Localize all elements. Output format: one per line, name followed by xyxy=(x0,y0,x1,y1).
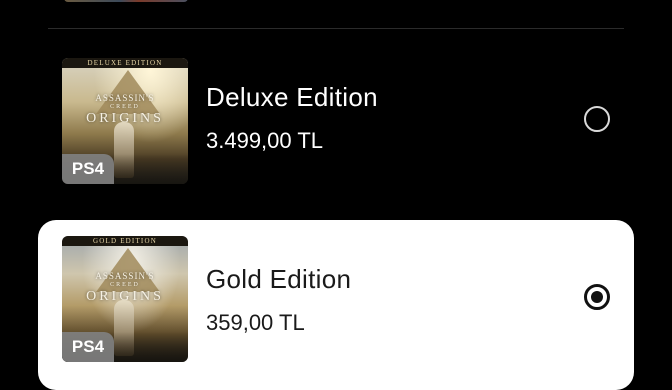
platform-badge: PS4 xyxy=(62,154,114,184)
cover-edition-band: GOLD EDITION xyxy=(62,236,188,246)
edition-option-deluxe[interactable]: DELUXE EDITION ASSASSIN'S CREED ORIGINS … xyxy=(38,40,634,208)
previous-item-thumbnail xyxy=(64,0,188,2)
edition-price: 3.499,00 TL xyxy=(206,128,324,153)
cover-edition-band: DELUXE EDITION xyxy=(62,58,188,68)
platform-badge: PS4 xyxy=(62,332,114,362)
edition-price: 359,00 TL xyxy=(206,310,305,335)
game-cover-deluxe: DELUXE EDITION ASSASSIN'S CREED ORIGINS … xyxy=(62,58,188,184)
edition-title: Deluxe Edition xyxy=(206,82,378,112)
list-divider xyxy=(48,28,624,29)
edition-option-gold[interactable]: GOLD EDITION ASSASSIN'S CREED ORIGINS PS… xyxy=(38,220,634,390)
game-cover-gold: GOLD EDITION ASSASSIN'S CREED ORIGINS PS… xyxy=(62,236,188,362)
radio-dot xyxy=(591,291,603,303)
radio-empty-icon[interactable] xyxy=(584,106,610,132)
radio-filled-icon[interactable] xyxy=(584,284,610,310)
edition-title: Gold Edition xyxy=(206,264,352,294)
